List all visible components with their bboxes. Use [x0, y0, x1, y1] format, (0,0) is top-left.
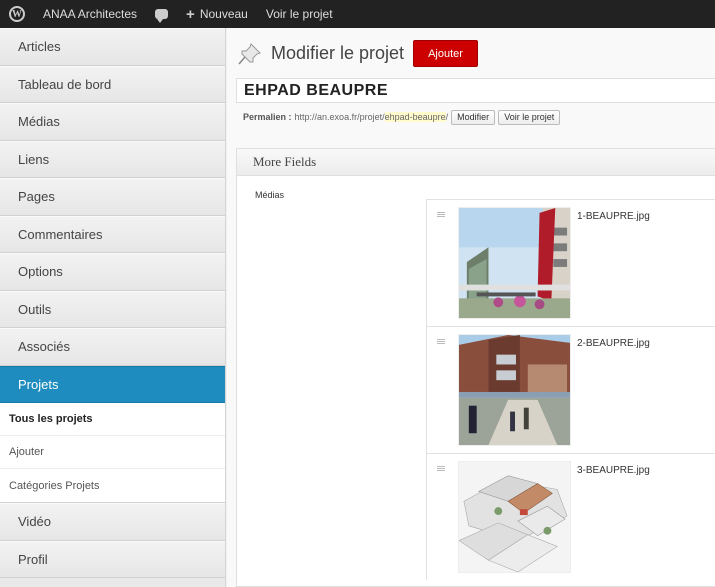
submenu-item-add[interactable]: Ajouter: [0, 436, 225, 469]
sidebar-item-label: Vidéo: [18, 514, 52, 530]
sidebar-item-label: Liens: [18, 151, 50, 167]
sidebar-item-projects[interactable]: Projets: [0, 365, 225, 403]
submenu-item-label: Tous les projets: [9, 413, 93, 425]
permalink-row: Permalien : http://an.exoa.fr/projet/ eh…: [243, 109, 561, 125]
medias-field-label: Médias: [255, 190, 285, 200]
new-content-button[interactable]: + Nouveau: [177, 0, 257, 28]
sidebar-item-video[interactable]: Vidéo: [0, 503, 225, 541]
sidebar-item-associates[interactable]: Associés: [0, 328, 225, 366]
sidebar-item-profile[interactable]: Profil: [0, 540, 225, 578]
sidebar-item-label: Projets: [18, 376, 59, 392]
sidebar-item-label: Commentaires: [18, 226, 103, 242]
permalink-label: Permalien :: [243, 112, 292, 122]
submenu-item-label: Catégories Projets: [9, 479, 100, 492]
media-thumbnail-image[interactable]: [458, 334, 571, 446]
sidebar-item-links[interactable]: Liens: [0, 140, 225, 178]
more-fields-box: More Fields Médias 1-BEAUPRE.jpg 2-BEAUP…: [236, 148, 715, 587]
sidebar-item-label: Pages: [18, 189, 55, 205]
sidebar-item-label: Profil: [18, 551, 48, 567]
drag-handle-icon[interactable]: [437, 339, 445, 344]
sidebar-item-options[interactable]: Options: [0, 253, 225, 291]
comment-bubble-icon: [155, 9, 169, 23]
new-content-label: Nouveau: [199, 7, 248, 21]
plus-icon: +: [186, 5, 195, 23]
sidebar-item-label: Outils: [18, 301, 52, 317]
sidebar-item-label: Articles: [18, 39, 61, 55]
projects-submenu: Tous les projets Ajouter Catégories Proj…: [0, 403, 225, 503]
sidebar-item-tools[interactable]: Outils: [0, 290, 225, 328]
media-item[interactable]: 2-BEAUPRE.jpg: [427, 327, 715, 454]
drag-handle-icon[interactable]: [437, 212, 445, 217]
wordpress-icon: W: [9, 6, 25, 22]
permalink-base-url: http://an.exoa.fr/projet/: [294, 112, 385, 122]
sidebar-item-label: Médias: [18, 114, 60, 130]
submenu-item-project-categories[interactable]: Catégories Projets: [0, 469, 225, 502]
sidebar-item-label: Tableau de bord: [18, 76, 112, 92]
add-project-button[interactable]: Ajouter: [413, 40, 478, 67]
admin-sidebar: Articles Tableau de bord Médias Liens Pa…: [0, 28, 226, 587]
sidebar-item-pages[interactable]: Pages: [0, 178, 225, 216]
page-header: Modifier le projet Ajouter: [237, 40, 478, 67]
media-thumbnail-image[interactable]: [458, 207, 571, 319]
media-thumbnail-image[interactable]: [458, 461, 571, 573]
site-name-link[interactable]: ANAA Architectes: [34, 0, 146, 28]
permalink-trailing-slash: /: [445, 112, 449, 122]
permalink-slug[interactable]: ehpad-beaupre: [384, 112, 446, 122]
sidebar-item-comments[interactable]: Commentaires: [0, 215, 225, 253]
modify-permalink-button[interactable]: Modifier: [451, 109, 496, 125]
submenu-item-label: Ajouter: [9, 446, 44, 458]
admin-bar: W ANAA Architectes + Nouveau Voir le pro…: [0, 0, 715, 28]
page-title: Modifier le projet: [271, 43, 405, 63]
view-project-button[interactable]: Voir le projet: [498, 109, 561, 125]
comments-button[interactable]: [146, 0, 177, 28]
view-project-link[interactable]: Voir le projet: [257, 0, 342, 28]
post-title-input[interactable]: EHPAD BEAUPRE: [236, 78, 715, 103]
view-project-label: Voir le projet: [265, 7, 333, 21]
pushpin-icon: [238, 42, 261, 64]
sidebar-item-label: Options: [18, 264, 63, 280]
wordpress-logo-button[interactable]: W: [0, 0, 34, 28]
sidebar-item-dashboard[interactable]: Tableau de bord: [0, 65, 225, 103]
submenu-item-all-projects[interactable]: Tous les projets: [0, 403, 225, 436]
media-item[interactable]: 3-BEAUPRE.jpg: [427, 454, 715, 581]
media-file-name: 2-BEAUPRE.jpg: [577, 338, 650, 349]
sidebar-item-articles[interactable]: Articles: [0, 28, 225, 66]
main-content: Modifier le projet Ajouter EHPAD BEAUPRE…: [227, 28, 715, 587]
media-item[interactable]: 1-BEAUPRE.jpg: [427, 200, 715, 327]
more-fields-title: More Fields: [253, 154, 317, 169]
site-name-label: ANAA Architectes: [43, 7, 138, 21]
media-file-name: 3-BEAUPRE.jpg: [577, 465, 650, 476]
drag-handle-icon[interactable]: [437, 466, 445, 471]
media-file-name: 1-BEAUPRE.jpg: [577, 211, 650, 222]
sidebar-item-media[interactable]: Médias: [0, 103, 225, 141]
more-fields-header[interactable]: More Fields: [237, 149, 715, 176]
media-list: 1-BEAUPRE.jpg 2-BEAUPRE.jpg 3-BEAUPRE.jp…: [426, 199, 715, 581]
sidebar-item-label: Associés: [18, 339, 71, 355]
